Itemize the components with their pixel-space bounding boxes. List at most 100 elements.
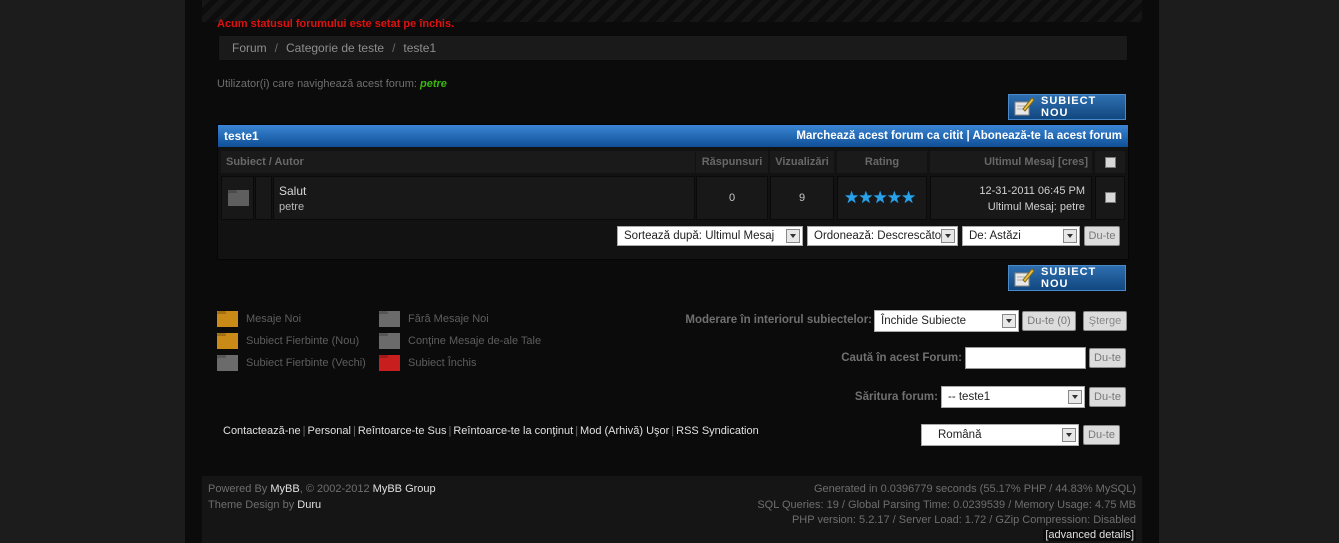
- thread-title[interactable]: Salut: [279, 184, 306, 198]
- column-header-replies[interactable]: Răspunsuri: [696, 151, 768, 173]
- moderation-select[interactable]: Închide Subiecte: [874, 310, 1019, 332]
- footer-link-contact[interactable]: Contactează-ne: [223, 425, 301, 437]
- folder-dot-icon: [379, 333, 400, 349]
- moderation-value: Închide Subiecte: [881, 315, 967, 327]
- breadcrumb: Forum / Categorie de teste / teste1: [218, 35, 1128, 61]
- legend-label: Subiect Fierbinte (Nou): [246, 335, 360, 347]
- new-thread-button[interactable]: SUBIECT NOU: [1008, 94, 1126, 120]
- sort-go-button[interactable]: Du-te: [1084, 226, 1120, 246]
- forum-jump-go-button[interactable]: Du-te: [1089, 387, 1126, 407]
- date-range-select[interactable]: De: Astăzi: [962, 226, 1080, 246]
- sort-by-select[interactable]: Sortează după: Ultimul Mesaj: [617, 226, 803, 246]
- thread-author[interactable]: petre: [279, 201, 304, 213]
- thread-status-cell: [221, 176, 254, 220]
- language-go-button[interactable]: Du-te: [1083, 425, 1120, 445]
- link-separator: |: [352, 425, 356, 437]
- star-icon[interactable]: ★: [858, 188, 873, 207]
- copyright-years: , © 2002-2012: [299, 483, 370, 495]
- forum-title: teste1: [224, 129, 259, 143]
- legend-label: Subiect Închis: [408, 357, 477, 369]
- chevron-down-icon: [1002, 314, 1016, 328]
- folder-icon: [228, 190, 249, 206]
- search-go-button[interactable]: Du-te: [1089, 348, 1126, 368]
- copyright-footer: Powered By MyBB, © 2002-2012 MyBB Group …: [202, 476, 1142, 543]
- breadcrumb-current-forum: teste1: [403, 41, 437, 55]
- thread-list-table: teste1 Marchează acest forum ca citit | …: [217, 124, 1129, 260]
- footer-link-content[interactable]: Reîntoarce-te la conţinut: [453, 425, 573, 437]
- chevron-down-icon: [1068, 390, 1082, 404]
- forum-jump-select[interactable]: -- teste1: [941, 386, 1085, 408]
- moderation-go-button[interactable]: Du-te (0): [1022, 311, 1076, 331]
- column-header-last-post[interactable]: Ultimul Mesaj [cres]: [930, 151, 1092, 173]
- thread-checkbox[interactable]: [1104, 192, 1116, 203]
- subscribe-forum-link[interactable]: Abonează-te la acest forum: [972, 130, 1122, 142]
- column-header-rating[interactable]: Rating: [837, 151, 927, 173]
- star-icon[interactable]: ★: [887, 188, 902, 207]
- rating-stars[interactable]: ★★★★★: [844, 188, 916, 207]
- forum-jump-label: Săritura forum:: [854, 391, 938, 403]
- chevron-down-icon: [1062, 428, 1076, 442]
- select-all-checkbox[interactable]: [1104, 156, 1116, 168]
- last-post-by-label: Ultimul Mesaj:: [987, 201, 1057, 213]
- moderation-label: Moderare în interiorul subiectelor:: [685, 314, 872, 326]
- thread-icon-cell: [255, 176, 272, 220]
- star-icon[interactable]: ★: [844, 188, 859, 207]
- thread-replies[interactable]: 0: [696, 176, 768, 220]
- folder-new-icon: [217, 311, 238, 327]
- viewers-label: Utilizator(i) care navighează acest foru…: [217, 78, 417, 90]
- footer-link-rss[interactable]: RSS Syndication: [676, 425, 759, 437]
- forum-viewers: Utilizator(i) care navighează acest foru…: [217, 78, 447, 90]
- order-select[interactable]: Ordonează: Descrescător: [807, 226, 958, 246]
- mybb-link[interactable]: MyBB: [270, 483, 299, 495]
- stats-php: PHP version: 5.2.17 / Server Load: 1.72 …: [791, 514, 1136, 526]
- folder-hot-old-icon: [217, 355, 238, 371]
- language-select[interactable]: Română: [921, 424, 1079, 446]
- last-post-by: Ultimul Mesaj: petre: [988, 201, 1085, 213]
- legend-label: Subiect Fierbinte (Vechi): [246, 357, 366, 369]
- date-range-value: De: Astăzi: [969, 230, 1021, 242]
- forum-status-message: Acum statusul forumului este setat pe în…: [217, 18, 455, 30]
- folder-icon: [379, 311, 400, 327]
- pencil-note-icon: [1013, 268, 1035, 288]
- legend-label: Fără Mesaje Noi: [408, 313, 489, 325]
- stats-queries: SQL Queries: 19 / Global Parsing Time: 0…: [757, 499, 1136, 511]
- breadcrumb-separator: /: [274, 41, 279, 55]
- order-value: Ordonează: Descrescător: [814, 230, 946, 242]
- footer-link-archive[interactable]: Mod (Arhivă) Uşor: [580, 425, 669, 437]
- new-thread-label: SUBIECT NOU: [1041, 95, 1097, 119]
- star-icon[interactable]: ★: [873, 188, 888, 207]
- chevron-down-icon: [786, 229, 800, 243]
- advanced-details-link[interactable]: [advanced details]: [1043, 529, 1136, 541]
- footer-link-personal[interactable]: Personal: [308, 425, 351, 437]
- link-separator: |: [302, 425, 306, 437]
- viewer-user[interactable]: petre: [420, 78, 447, 90]
- footer-links: Contactează-ne | Personal | Reîntoarce-te Su…: [223, 425, 759, 437]
- breadcrumb-forum[interactable]: Forum: [232, 36, 267, 60]
- new-thread-button-bottom[interactable]: SUBIECT NOU: [1008, 265, 1126, 291]
- thread-rating: ★★★★★: [837, 176, 927, 220]
- theme-author-link[interactable]: Duru: [297, 499, 321, 511]
- sort-by-value: Sortează după: Ultimul Mesaj: [624, 230, 775, 242]
- search-input[interactable]: [965, 347, 1086, 369]
- thread-select-cell: [1095, 176, 1125, 220]
- mark-forum-read-link[interactable]: Marchează acest forum ca citit: [796, 130, 963, 142]
- powered-by: Powered By MyBB, © 2002-2012 MyBB Group: [208, 483, 436, 495]
- footer-link-top[interactable]: Reîntoarce-te Sus: [358, 425, 447, 437]
- moderation-clear-button[interactable]: Şterge: [1083, 311, 1127, 331]
- forum-jump-value: -- teste1: [948, 391, 991, 403]
- column-header-select: [1095, 151, 1125, 173]
- last-post-user[interactable]: petre: [1060, 201, 1085, 213]
- powered-prefix: Powered By: [208, 483, 268, 495]
- column-header-subject[interactable]: Subiect / Autor: [221, 151, 695, 173]
- theme-credit: Theme Design by Duru: [208, 499, 321, 511]
- legend-label: Mesaje Noi: [246, 313, 302, 325]
- theme-prefix: Theme Design by: [208, 499, 295, 511]
- search-label: Caută în acest Forum:: [841, 352, 962, 364]
- forum-header-links: Marchează acest forum ca citit | Aboneaz…: [796, 125, 1122, 147]
- mybb-group-link[interactable]: MyBB Group: [373, 483, 436, 495]
- star-icon[interactable]: ★: [901, 188, 916, 207]
- column-header-views[interactable]: Vizualizări: [770, 151, 834, 173]
- legend-label: Conţine Mesaje de-ale Tale: [408, 335, 542, 347]
- breadcrumb-category[interactable]: Categorie de teste: [286, 36, 384, 60]
- thread-views: 9: [770, 176, 834, 220]
